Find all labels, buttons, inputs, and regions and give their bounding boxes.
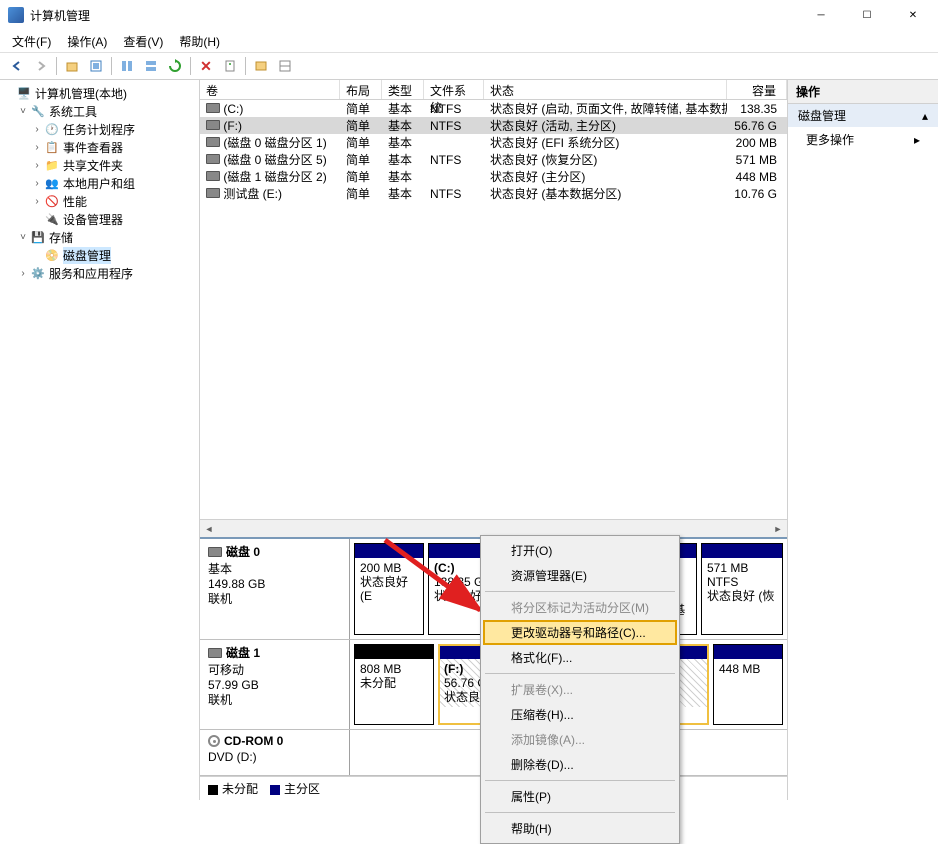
tb-icon-4[interactable] (250, 55, 272, 77)
menu-action[interactable]: 操作(A) (59, 31, 115, 52)
drive-icon (206, 120, 220, 130)
col-type[interactable]: 类型 (382, 80, 424, 99)
ctx-open[interactable]: 打开(O) (483, 538, 677, 563)
volume-row[interactable]: (F:)简单基本NTFS状态良好 (活动, 主分区)56.76 G (200, 117, 787, 134)
titlebar: 计算机管理 ─ ☐ ✕ (0, 0, 938, 30)
up-button[interactable] (61, 55, 83, 77)
menu-view[interactable]: 查看(V) (115, 31, 171, 52)
cdrom-icon (208, 735, 220, 747)
disk-icon (208, 648, 222, 658)
tree-device-manager[interactable]: 🔌设备管理器 (2, 210, 197, 228)
collapse-icon: ▴ (922, 109, 928, 123)
col-capacity[interactable]: 容量 (727, 80, 787, 99)
ctx-explorer[interactable]: 资源管理器(E) (483, 563, 677, 588)
actions-more[interactable]: 更多操作▸ (788, 127, 938, 152)
app-icon (8, 7, 24, 23)
tree-task-scheduler[interactable]: ›🕐任务计划程序 (2, 120, 197, 138)
col-status[interactable]: 状态 (484, 80, 727, 99)
tb-icon-3[interactable] (140, 55, 162, 77)
actions-pane: 操作 磁盘管理▴ 更多操作▸ (788, 80, 938, 800)
tb-icon-2[interactable] (116, 55, 138, 77)
ctx-help[interactable]: 帮助(H) (483, 816, 677, 841)
partition-unallocated[interactable]: 808 MB未分配 (354, 644, 434, 725)
tree-system-tools[interactable]: ˅🔧系统工具 (2, 102, 197, 120)
disk-info[interactable]: 磁盘 0 基本 149.88 GB 联机 (200, 539, 350, 639)
disk-info[interactable]: CD-ROM 0 DVD (D:) (200, 730, 350, 775)
tb-icon-5[interactable] (274, 55, 296, 77)
actions-section[interactable]: 磁盘管理▴ (788, 104, 938, 127)
drive-icon (206, 171, 220, 181)
drive-icon (206, 188, 220, 198)
volume-row[interactable]: (C:)简单基本NTFS状态良好 (启动, 页面文件, 故障转储, 基本数据分区… (200, 100, 787, 117)
minimize-button[interactable]: ─ (798, 0, 844, 30)
partition[interactable]: 448 MB (713, 644, 783, 725)
partition[interactable]: 571 MB NTFS状态良好 (恢 (701, 543, 783, 635)
forward-button[interactable] (30, 55, 52, 77)
volume-list[interactable]: (C:)简单基本NTFS状态良好 (启动, 页面文件, 故障转储, 基本数据分区… (200, 100, 787, 202)
drive-icon (206, 103, 220, 113)
tree-local-users[interactable]: ›👥本地用户和组 (2, 174, 197, 192)
ctx-mirror: 添加镜像(A)... (483, 727, 677, 752)
menu-file[interactable]: 文件(F) (4, 31, 59, 52)
ctx-extend: 扩展卷(X)... (483, 677, 677, 702)
tree-storage[interactable]: ˅💾存储 (2, 228, 197, 246)
col-filesystem[interactable]: 文件系统 (424, 80, 484, 99)
maximize-button[interactable]: ☐ (844, 0, 890, 30)
tree-performance[interactable]: ›🚫性能 (2, 192, 197, 210)
ctx-shrink[interactable]: 压缩卷(H)... (483, 702, 677, 727)
tree-root[interactable]: 🖥️计算机管理(本地) (2, 84, 197, 102)
ctx-delete[interactable]: 删除卷(D)... (483, 752, 677, 777)
ctx-properties[interactable]: 属性(P) (483, 784, 677, 809)
menu-help[interactable]: 帮助(H) (171, 31, 228, 52)
volume-row[interactable]: (磁盘 0 磁盘分区 1)简单基本状态良好 (EFI 系统分区)200 MB (200, 134, 787, 151)
tree-shared-folders[interactable]: ›📁共享文件夹 (2, 156, 197, 174)
properties-button[interactable] (219, 55, 241, 77)
col-layout[interactable]: 布局 (340, 80, 382, 99)
tree-services[interactable]: ›⚙️服务和应用程序 (2, 264, 197, 282)
tree-event-viewer[interactable]: ›📋事件查看器 (2, 138, 197, 156)
tree-disk-management[interactable]: 📀磁盘管理 (2, 246, 197, 264)
window-controls: ─ ☐ ✕ (798, 0, 936, 30)
volume-row[interactable]: 测试盘 (E:)简单基本NTFS状态良好 (基本数据分区)10.76 G (200, 185, 787, 202)
delete-button[interactable]: ✕ (195, 55, 217, 77)
legend-swatch-unalloc (208, 785, 218, 795)
navigation-tree[interactable]: 🖥️计算机管理(本地) ˅🔧系统工具 ›🕐任务计划程序 ›📋事件查看器 ›📁共享… (0, 80, 200, 800)
col-volume[interactable]: 卷 (200, 80, 340, 99)
disk-icon (208, 547, 222, 557)
partition[interactable]: 200 MB状态良好 (E (354, 543, 424, 635)
drive-icon (206, 154, 220, 164)
menubar: 文件(F) 操作(A) 查看(V) 帮助(H) (0, 30, 938, 52)
ctx-format[interactable]: 格式化(F)... (483, 645, 677, 670)
volume-list-header: 卷 布局 类型 文件系统 状态 容量 (200, 80, 787, 100)
toolbar: ✕ (0, 52, 938, 80)
close-button[interactable]: ✕ (890, 0, 936, 30)
drive-icon (206, 137, 220, 147)
chevron-right-icon: ▸ (914, 133, 920, 147)
volume-row[interactable]: (磁盘 0 磁盘分区 5)简单基本NTFS状态良好 (恢复分区)571 MB (200, 151, 787, 168)
refresh-button[interactable] (164, 55, 186, 77)
actions-header: 操作 (788, 80, 938, 104)
window-title: 计算机管理 (30, 7, 798, 24)
context-menu: 打开(O) 资源管理器(E) 将分区标记为活动分区(M) 更改驱动器号和路径(C… (480, 535, 680, 844)
ctx-mark-active: 将分区标记为活动分区(M) (483, 595, 677, 620)
tb-icon-1[interactable] (85, 55, 107, 77)
disk-info[interactable]: 磁盘 1 可移动 57.99 GB 联机 (200, 640, 350, 729)
legend-swatch-primary (270, 785, 280, 795)
back-button[interactable] (6, 55, 28, 77)
ctx-change-drive-letter[interactable]: 更改驱动器号和路径(C)... (483, 620, 677, 645)
volume-row[interactable]: (磁盘 1 磁盘分区 2)简单基本状态良好 (主分区)448 MB (200, 168, 787, 185)
